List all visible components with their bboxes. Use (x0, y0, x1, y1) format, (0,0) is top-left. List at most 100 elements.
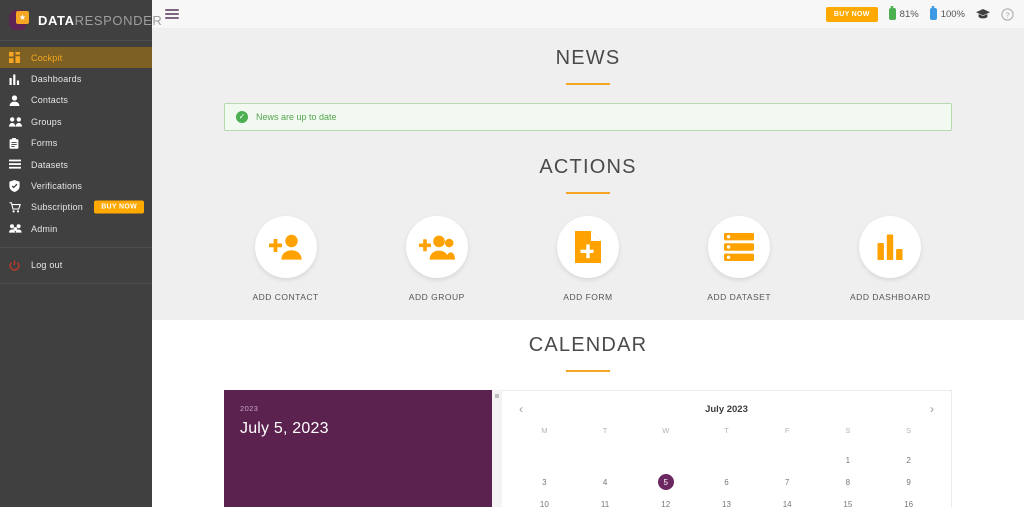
sidebar-item-admin[interactable]: Admin (0, 218, 152, 239)
calendar-weekday: W (662, 426, 670, 435)
news-section-title: NEWS (555, 47, 621, 69)
calendar-weekday: F (784, 426, 790, 435)
calendar-day-number: 6 (724, 477, 729, 487)
shopping-cart-icon (9, 202, 31, 213)
news-actions-section: NEWS ✓ News are up to date ACTIONS ADD C… (152, 29, 1024, 320)
storage-stat-green: 81% (888, 8, 919, 20)
bar-chart-icon (9, 74, 31, 85)
calendar-day[interactable]: 13 (696, 493, 757, 507)
hamburger-menu-icon[interactable] (165, 9, 179, 19)
brand-logo[interactable]: DATARESPONDER (0, 0, 162, 40)
sidebar-item-label: Groups (31, 116, 62, 127)
calendar-day-number: 4 (602, 477, 608, 487)
calendar-grid-panel: ‹ July 2023 › M T W T F S S 1 2 3 4 5 6 … (502, 390, 952, 507)
news-panel: ✓ News are up to date (152, 85, 1024, 131)
main-content: BUY NOW 81% 100% ? NEWS ✓ News are up to… (152, 0, 1024, 507)
sidebar-item-logout[interactable]: Log out (0, 255, 152, 276)
calendar-week-row: 10 11 12 13 14 15 16 (514, 493, 939, 507)
battery-icon (929, 8, 937, 20)
calendar-day[interactable]: 9 (878, 471, 939, 493)
calendar-day-empty (575, 449, 636, 471)
calendar-day[interactable]: 4 (575, 471, 636, 493)
sidebar-item-contacts[interactable]: Contacts (0, 90, 152, 111)
graduation-cap-icon[interactable] (976, 8, 990, 20)
top-bar: BUY NOW 81% 100% ? (152, 0, 1024, 29)
calendar-day[interactable]: 3 (514, 471, 575, 493)
sidebar-item-label: Contacts (31, 95, 69, 106)
calendar-grid: M T W T F S S 1 2 3 4 5 6 7 8 9 10 11 12… (514, 426, 939, 507)
calendar-day[interactable]: 16 (878, 493, 939, 507)
brand-name: DATARESPONDER (38, 13, 162, 28)
sidebar-item-subscription[interactable]: Subscription BUY NOW (0, 197, 152, 218)
action-add-dashboard[interactable]: ADD DASHBOARD (830, 216, 950, 302)
calendar-day[interactable]: 12 (635, 493, 696, 507)
news-status-text: News are up to date (256, 112, 337, 122)
sidebar-item-label: Dashboards (31, 74, 82, 85)
calendar-selected-date-panel: 2023 July 5, 2023 (224, 390, 492, 507)
people-gear-icon (9, 223, 31, 234)
calendar-section-title: CALENDAR (528, 334, 648, 356)
people-icon (9, 116, 31, 127)
chevron-right-icon[interactable]: › (925, 403, 939, 415)
calendar-day-number: 15 (843, 499, 853, 507)
add-people-icon (405, 216, 468, 278)
calendar-day-selected[interactable]: 5 (635, 471, 696, 493)
grid-squares-icon (9, 52, 31, 64)
calendar-day[interactable]: 8 (818, 471, 879, 493)
sidebar-item-dashboards[interactable]: Dashboards (0, 68, 152, 89)
brand-name-bold: DATA (38, 12, 75, 28)
calendar-weeks: 1 2 3 4 5 6 7 8 9 10 11 12 13 14 15 16 (514, 449, 939, 507)
calendar-day-number: 16 (904, 499, 914, 507)
bar-chart-icon (859, 216, 922, 278)
action-add-form[interactable]: ADD FORM (528, 216, 648, 302)
action-add-group[interactable]: ADD GROUP (377, 216, 497, 302)
calendar-weekday: S (906, 426, 912, 435)
sidebar-item-groups[interactable]: Groups (0, 111, 152, 132)
calendar-weekday: T (602, 426, 608, 435)
sidebar-item-verifications[interactable]: Verifications (0, 175, 152, 196)
sidebar: DATARESPONDER Cockpit Dashboards (0, 0, 162, 507)
sidebar-item-label: Forms (31, 138, 58, 149)
calendar-week-row: 3 4 5 6 7 8 9 (514, 471, 939, 493)
sidebar-item-datasets[interactable]: Datasets (0, 154, 152, 175)
help-circle-icon[interactable]: ? (1001, 7, 1014, 21)
calendar-scrollbar[interactable] (492, 390, 502, 507)
storage-stat-blue: 100% (929, 8, 965, 20)
calendar-day-number: 1 (845, 455, 851, 465)
calendar-weekday-row: M T W T F S S (514, 426, 939, 449)
action-label: ADD CONTACT (252, 292, 319, 302)
svg-text:?: ? (1005, 10, 1009, 19)
storage-stat-green-value: 81% (899, 8, 919, 20)
calendar-day-number: 5 (657, 474, 674, 490)
top-bar-right-group: BUY NOW 81% 100% ? (825, 6, 1014, 22)
calendar-day[interactable]: 7 (757, 471, 818, 493)
calendar-day-number: 2 (906, 455, 911, 465)
action-label: ADD DATASET (707, 292, 772, 302)
chevron-left-icon[interactable]: ‹ (514, 403, 528, 415)
sidebar-item-label: Admin (31, 223, 58, 234)
calendar-day[interactable]: 11 (575, 493, 636, 507)
topbar-buy-now-button[interactable]: BUY NOW (825, 6, 878, 22)
calendar-day[interactable]: 2 (878, 449, 939, 471)
calendar-hero-date: July 5, 2023 (240, 420, 329, 437)
calendar-day[interactable]: 14 (757, 493, 818, 507)
calendar-day[interactable]: 6 (696, 471, 757, 493)
sidebar-item-forms[interactable]: Forms (0, 133, 152, 154)
sidebar-item-label: Cockpit (31, 52, 63, 63)
sidebar-buy-now-button[interactable]: BUY NOW (94, 200, 144, 214)
calendar-day[interactable]: 1 (818, 449, 879, 471)
calendar-day[interactable]: 10 (514, 493, 575, 507)
calendar-day-empty (635, 449, 696, 471)
shield-check-icon (9, 180, 31, 193)
sidebar-item-cockpit[interactable]: Cockpit (0, 47, 152, 69)
sidebar-item-label: Log out (31, 260, 63, 271)
content-scroll-area[interactable]: NEWS ✓ News are up to date ACTIONS ADD C… (152, 29, 1024, 507)
action-add-contact[interactable]: ADD CONTACT (226, 216, 346, 302)
app-root: DATARESPONDER Cockpit Dashboards (0, 0, 1024, 507)
calendar-day[interactable]: 15 (818, 493, 879, 507)
action-add-dataset[interactable]: ADD DATASET (679, 216, 799, 302)
calendar-weekday: M (541, 426, 548, 435)
speech-bubble-star-head-icon (9, 9, 31, 31)
calendar-day-number: 8 (845, 477, 851, 487)
sidebar-item-label: Verifications (31, 181, 83, 192)
